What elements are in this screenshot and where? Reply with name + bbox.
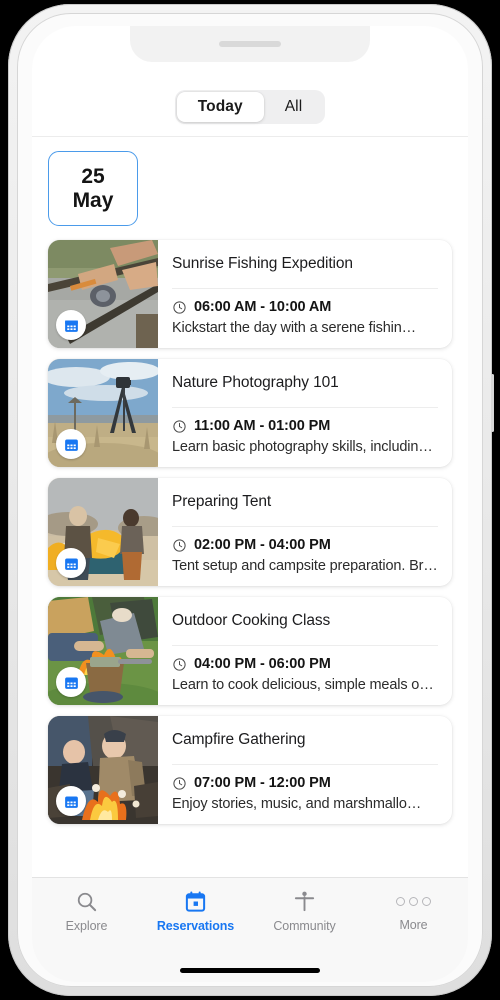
event-body: Sunrise Fishing Expedition 06:00 AM - 10…	[158, 240, 452, 348]
tab-label: More	[399, 918, 428, 932]
event-body: Nature Photography 101 11:00 AM - 01:00 …	[158, 359, 452, 467]
event-time: 02:00 PM - 04:00 PM	[194, 537, 331, 553]
event-description: Tent setup and campsite preparation. Bri…	[172, 558, 438, 574]
event-time: 07:00 PM - 12:00 PM	[194, 775, 331, 791]
calendar-icon	[185, 891, 206, 912]
tab-community[interactable]: Community	[250, 890, 359, 933]
calendar-icon	[64, 439, 78, 451]
power-button[interactable]	[491, 374, 494, 432]
event-card[interactable]: Nature Photography 101 11:00 AM - 01:00 …	[48, 359, 452, 467]
clock-icon	[173, 657, 186, 671]
clock-icon	[173, 300, 186, 314]
calendar-icon	[64, 558, 78, 570]
event-title: Sunrise Fishing Expedition	[172, 240, 438, 289]
tab-label: Reservations	[156, 919, 235, 933]
event-description: Enjoy stories, music, and marshmallo…	[172, 796, 422, 812]
event-description: Learn to cook delicious, simple meals ov…	[172, 677, 438, 693]
calendar-icon	[64, 796, 78, 808]
filter-bar: Today All	[32, 78, 468, 137]
date-day: 25	[81, 164, 105, 188]
segment-today[interactable]: Today	[176, 92, 264, 122]
calendar-icon	[64, 320, 78, 332]
tab-reservations[interactable]: Reservations	[141, 890, 250, 933]
event-thumbnail-photography	[48, 359, 158, 467]
calendar-icon	[64, 677, 78, 689]
event-badge	[56, 548, 86, 578]
event-description: Kickstart the day with a serene fishin…	[172, 320, 416, 336]
event-body: Preparing Tent 02:00 PM - 04:00 PM Tent …	[158, 478, 452, 586]
event-thumbnail-tent	[48, 478, 158, 586]
event-badge	[56, 310, 86, 340]
event-thumbnail-campfire	[48, 716, 158, 824]
tab-explore[interactable]: Explore	[32, 890, 141, 933]
phone-screen: Today All 25 May Sunrise Fishing Expedit…	[32, 26, 468, 982]
event-time-row: 06:00 AM - 10:00 AM	[172, 299, 438, 315]
home-indicator[interactable]	[180, 968, 320, 973]
event-time-row: 07:00 PM - 12:00 PM	[172, 775, 438, 791]
person-icon	[294, 891, 315, 912]
event-description: Learn basic photography skills, includin…	[172, 439, 438, 455]
phone-frame: Today All 25 May Sunrise Fishing Expedit…	[8, 4, 494, 996]
clock-icon	[173, 776, 186, 790]
date-selector-card[interactable]: 25 May	[48, 151, 138, 226]
event-card[interactable]: Outdoor Cooking Class 04:00 PM - 06:00 P…	[48, 597, 452, 705]
events-scroll-area[interactable]: 25 May Sunrise Fishing Expedition 06:00 …	[32, 136, 468, 890]
event-title: Outdoor Cooking Class	[172, 597, 438, 646]
tab-label: Explore	[65, 919, 108, 933]
event-card[interactable]: Campfire Gathering 07:00 PM - 12:00 PM E…	[48, 716, 452, 824]
event-list: Sunrise Fishing Expedition 06:00 AM - 10…	[32, 240, 468, 824]
bottom-tab-bar: Explore Reservations Community More	[32, 877, 468, 982]
event-time-row: 02:00 PM - 04:00 PM	[172, 537, 438, 553]
event-badge	[56, 429, 86, 459]
event-time-row: 04:00 PM - 06:00 PM	[172, 656, 438, 672]
speaker-grill	[219, 41, 281, 47]
event-badge	[56, 667, 86, 697]
notch	[130, 26, 370, 62]
segment-all[interactable]: All	[264, 92, 324, 122]
event-badge	[56, 786, 86, 816]
event-body: Campfire Gathering 07:00 PM - 12:00 PM E…	[158, 716, 452, 824]
clock-icon	[173, 419, 186, 433]
event-thumbnail-fishing	[48, 240, 158, 348]
event-card[interactable]: Preparing Tent 02:00 PM - 04:00 PM Tent …	[48, 478, 452, 586]
event-time: 11:00 AM - 01:00 PM	[194, 418, 331, 434]
event-time-row: 11:00 AM - 01:00 PM	[172, 418, 438, 434]
date-month: May	[72, 188, 114, 212]
clock-icon	[173, 538, 186, 552]
event-title: Preparing Tent	[172, 478, 438, 527]
event-body: Outdoor Cooking Class 04:00 PM - 06:00 P…	[158, 597, 452, 705]
search-icon	[77, 892, 97, 912]
event-thumbnail-cooking	[48, 597, 158, 705]
event-time: 06:00 AM - 10:00 AM	[194, 299, 332, 315]
tab-more[interactable]: More	[359, 890, 468, 932]
event-title: Campfire Gathering	[172, 716, 438, 765]
tab-label: Community	[273, 919, 336, 933]
event-title: Nature Photography 101	[172, 359, 438, 408]
ellipsis-icon	[396, 890, 431, 912]
event-card[interactable]: Sunrise Fishing Expedition 06:00 AM - 10…	[48, 240, 452, 348]
event-time: 04:00 PM - 06:00 PM	[194, 656, 331, 672]
segmented-control[interactable]: Today All	[174, 90, 326, 124]
